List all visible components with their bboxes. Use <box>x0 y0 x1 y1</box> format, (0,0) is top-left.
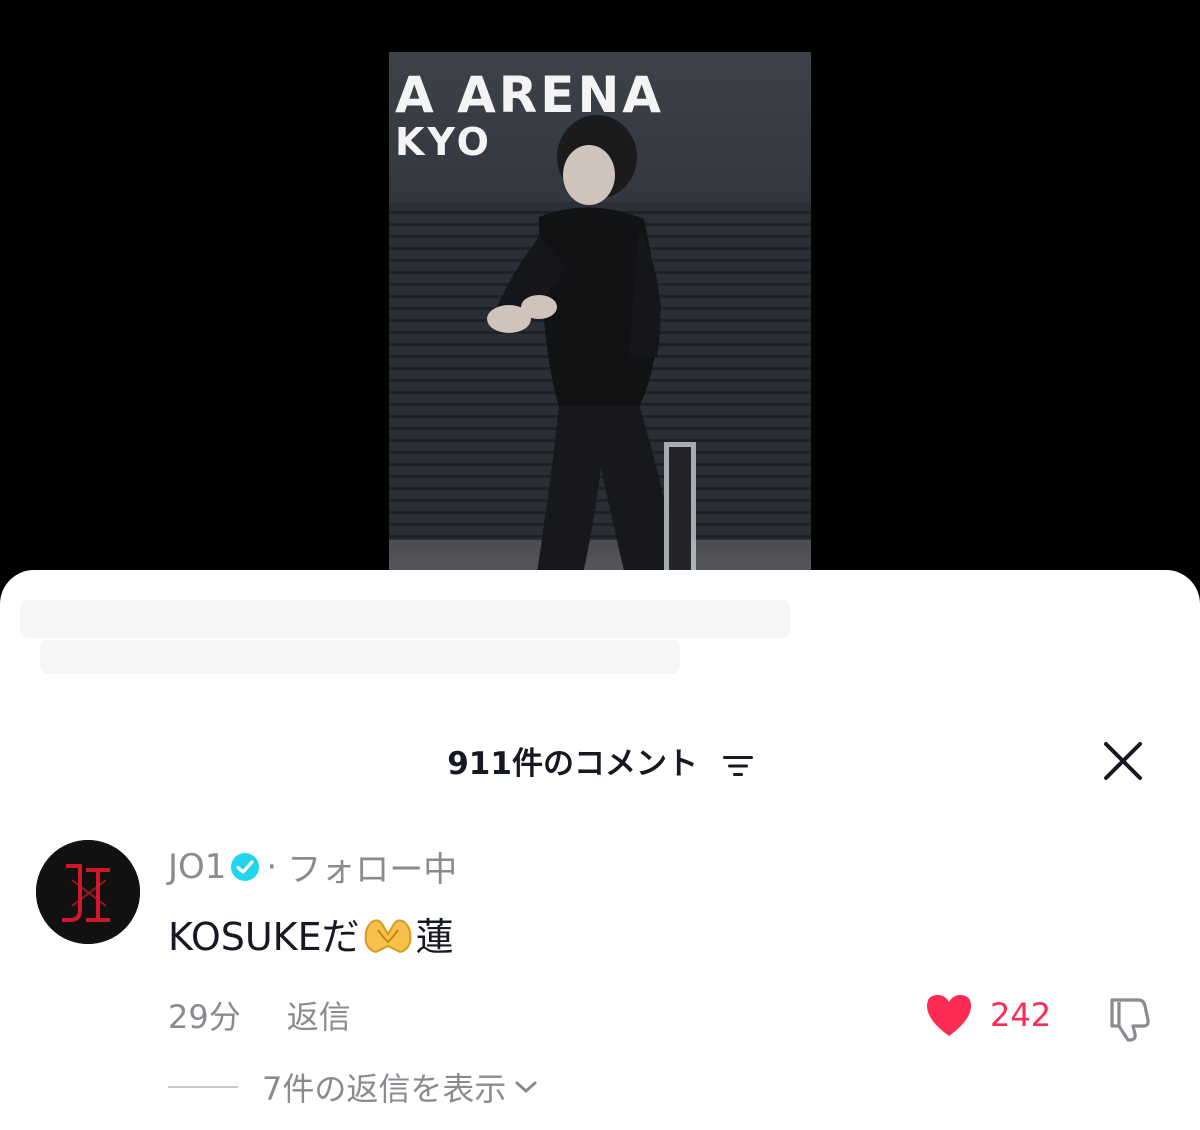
replies-divider <box>168 1086 238 1088</box>
comments-sheet: 911件のコメント JO1 · フォロー中 KOSUKEだ 蓮 29分 返信 2… <box>0 570 1200 1130</box>
avatar[interactable] <box>36 840 140 944</box>
comment-author-row: JO1 · フォロー中 <box>168 842 457 891</box>
separator-dot: · <box>266 846 278 887</box>
comment-text-suffix: 蓮 <box>415 915 454 959</box>
comment-username[interactable]: JO1 <box>168 847 226 887</box>
wall-sign-line2: KYO <box>395 120 492 164</box>
like-button[interactable]: 242 <box>924 992 1051 1038</box>
comment-meta: 29分 返信 <box>168 992 351 1038</box>
view-replies-label: 7件の返信を表示 <box>262 1070 507 1108</box>
dancer-figure <box>487 115 696 592</box>
close-icon[interactable] <box>1098 736 1148 786</box>
blurred-caption <box>20 600 790 638</box>
reply-button[interactable]: 返信 <box>287 992 351 1038</box>
view-replies-button[interactable]: 7件の返信を表示 <box>168 1064 538 1110</box>
blurred-caption-line2 <box>40 640 680 674</box>
heart-icon <box>927 995 971 1036</box>
comments-count-title: 911件のコメント <box>447 746 698 782</box>
video-player[interactable]: A ARENA KYO <box>389 52 811 592</box>
verified-badge-icon <box>231 852 260 881</box>
comment-text-main: KOSUKEだ <box>168 915 360 959</box>
comment-text: KOSUKEだ 蓮 <box>168 906 454 961</box>
filter-lines-icon[interactable] <box>722 755 753 777</box>
heart-hands-emoji <box>364 918 411 953</box>
chevron-down-icon <box>515 1081 537 1093</box>
jo1-logo-icon <box>36 840 140 944</box>
comments-header: 911件のコメント <box>0 738 1200 783</box>
thumbs-down-icon[interactable] <box>1104 994 1154 1042</box>
comment-time: 29分 <box>168 998 241 1036</box>
follow-status: フォロー中 <box>287 850 458 890</box>
like-count: 242 <box>990 996 1052 1034</box>
